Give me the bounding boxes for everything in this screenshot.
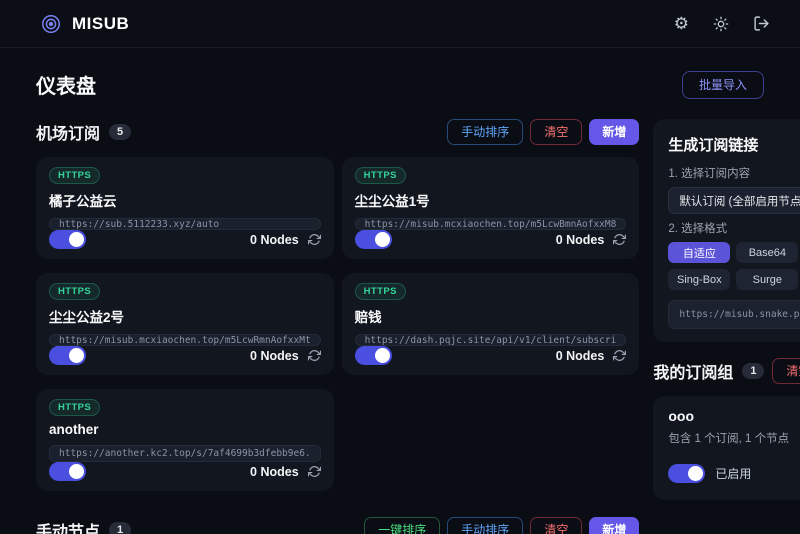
- generator-column: 生成订阅链接 1. 选择订阅内容 默认订阅 (全部启用节点) 2. 选择格式 自…: [653, 119, 800, 500]
- subscription-content-select[interactable]: 默认订阅 (全部启用节点): [668, 187, 800, 214]
- subscription-card: HTTPS 尘尘公益2号 https://misub.mcxiaochen.to…: [36, 273, 334, 375]
- subscription-name: 橘子公益云: [49, 190, 321, 210]
- enable-toggle[interactable]: [49, 230, 86, 249]
- group-enabled-label: 已启用: [715, 465, 751, 482]
- subscriptions-count-badge: 5: [109, 124, 131, 140]
- node-count: 0 Nodes: [556, 233, 605, 247]
- refresh-icon[interactable]: [308, 465, 321, 478]
- clear-subscriptions-button[interactable]: 清空: [530, 119, 582, 145]
- protocol-badge: HTTPS: [355, 167, 406, 184]
- subscription-url-input[interactable]: https://another.kc2.top/s/7af4699b3dfebb…: [49, 445, 321, 462]
- enable-toggle[interactable]: [49, 346, 86, 365]
- protocol-badge: HTTPS: [49, 283, 100, 300]
- misub-logo-icon: [40, 13, 62, 35]
- format-button-singbox[interactable]: Sing-Box: [668, 269, 730, 290]
- refresh-icon[interactable]: [613, 349, 626, 362]
- subscription-card: HTTPS 赔钱 https://dash.pqjc.site/api/v1/c…: [342, 273, 640, 375]
- format-button-surge[interactable]: Surge: [736, 269, 798, 290]
- app-logo: MISUB: [40, 13, 129, 35]
- node-count: 0 Nodes: [250, 465, 299, 479]
- protocol-badge: HTTPS: [49, 167, 100, 184]
- generated-url-text: https://misub.snake.pp.ua/ss: [679, 309, 800, 320]
- protocol-badge: HTTPS: [355, 283, 406, 300]
- groups-count-badge: 1: [742, 363, 764, 379]
- group-name: ooo: [668, 408, 800, 424]
- format-button-base64[interactable]: Base64: [736, 242, 798, 263]
- settings-icon[interactable]: ⚙: [674, 15, 689, 32]
- subscription-url-input[interactable]: https://misub.mcxiaochen.top/m5LcwRmnAof…: [49, 334, 321, 346]
- format-buttons: 自适应 Base64 Clash Sing-Box Surge Loon: [668, 242, 800, 290]
- subscription-card: HTTPS 橘子公益云 https://sub.5112233.xyz/auto…: [36, 157, 334, 259]
- subscription-name: 尘尘公益1号: [355, 190, 627, 210]
- group-enable-toggle[interactable]: [668, 464, 705, 483]
- node-count: 0 Nodes: [556, 349, 605, 363]
- select-value: 默认订阅 (全部启用节点): [679, 193, 800, 209]
- subscriptions-column: 机场订阅 5 手动排序 清空 新增 HTTPS 橘子公益云 https://su…: [36, 119, 639, 534]
- top-bar: MISUB ⚙: [0, 0, 800, 48]
- subscription-url-input[interactable]: https://sub.5112233.xyz/auto: [49, 218, 321, 230]
- step2-label: 2. 选择格式: [668, 220, 800, 236]
- groups-section-title: 我的订阅组: [653, 359, 733, 383]
- theme-sun-icon[interactable]: [713, 16, 729, 32]
- batch-import-button[interactable]: 批量导入: [682, 71, 764, 99]
- refresh-icon[interactable]: [308, 233, 321, 246]
- page-title: 仪表盘: [36, 70, 96, 99]
- clear-groups-button[interactable]: 清空: [772, 358, 800, 384]
- subscription-card: HTTPS 尘尘公益1号 https://misub.mcxiaochen.to…: [342, 157, 640, 259]
- enable-toggle[interactable]: [355, 230, 392, 249]
- format-button-adaptive[interactable]: 自适应: [668, 242, 730, 263]
- add-manual-node-button[interactable]: 新增: [589, 517, 639, 534]
- subscription-url-input[interactable]: https://dash.pqjc.site/api/v1/client/sub…: [355, 334, 627, 346]
- group-card: ooo 包含 1 个订阅, 1 个节点 已启用 复制: [653, 396, 800, 500]
- refresh-icon[interactable]: [613, 233, 626, 246]
- subscription-name: another: [49, 422, 321, 437]
- clear-manual-nodes-button[interactable]: 清空: [530, 517, 582, 534]
- enable-toggle[interactable]: [355, 346, 392, 365]
- logout-icon[interactable]: [753, 15, 770, 32]
- subscription-cards-grid: HTTPS 橘子公益云 https://sub.5112233.xyz/auto…: [36, 157, 639, 491]
- one-key-sort-button[interactable]: 一键排序: [364, 517, 440, 534]
- add-subscription-button[interactable]: 新增: [589, 119, 639, 145]
- subscriptions-section-title: 机场订阅: [36, 120, 100, 144]
- subscription-name: 尘尘公益2号: [49, 306, 321, 326]
- node-count: 0 Nodes: [250, 233, 299, 247]
- subscription-card: HTTPS another https://another.kc2.top/s/…: [36, 389, 334, 491]
- generate-link-panel: 生成订阅链接 1. 选择订阅内容 默认订阅 (全部启用节点) 2. 选择格式 自…: [653, 119, 800, 342]
- subscription-name: 赔钱: [355, 306, 627, 326]
- manual-nodes-sort-button[interactable]: 手动排序: [447, 517, 523, 534]
- generate-link-title: 生成订阅链接: [668, 134, 800, 155]
- manual-nodes-count-badge: 1: [109, 522, 131, 534]
- step1-label: 1. 选择订阅内容: [668, 165, 800, 181]
- enable-toggle[interactable]: [49, 462, 86, 481]
- app-title: MISUB: [72, 14, 129, 34]
- group-summary: 包含 1 个订阅, 1 个节点: [668, 430, 800, 446]
- protocol-badge: HTTPS: [49, 399, 100, 416]
- subscription-url-input[interactable]: https://misub.mcxiaochen.top/m5LcwBmnAof…: [355, 218, 627, 230]
- manual-nodes-section-title: 手动节点: [36, 518, 100, 534]
- refresh-icon[interactable]: [308, 349, 321, 362]
- generated-url-field[interactable]: https://misub.snake.pp.ua/ss: [668, 300, 800, 329]
- node-count: 0 Nodes: [250, 349, 299, 363]
- manual-sort-button[interactable]: 手动排序: [447, 119, 523, 145]
